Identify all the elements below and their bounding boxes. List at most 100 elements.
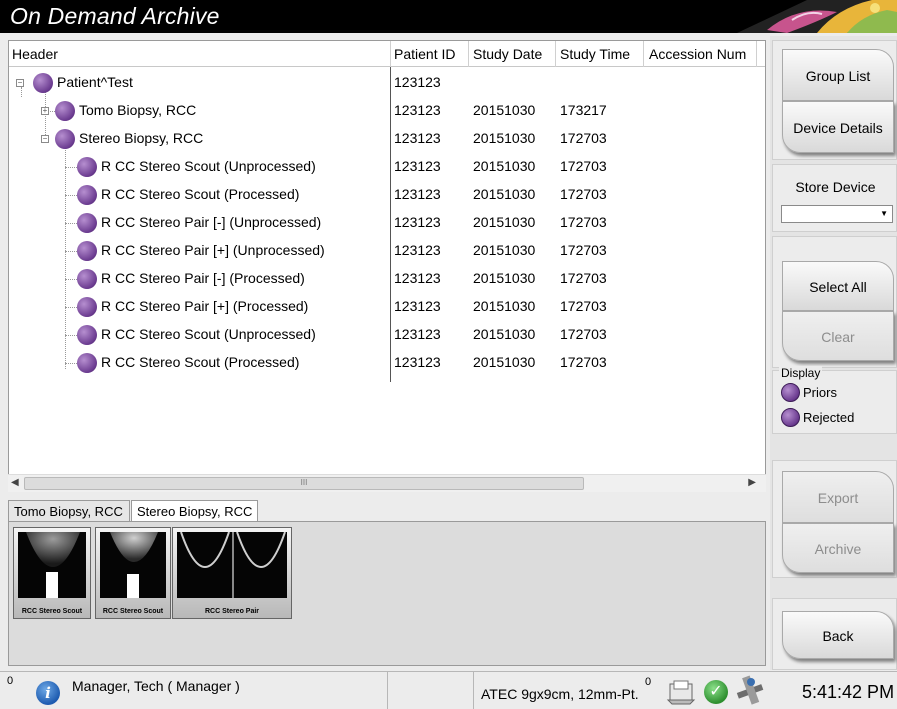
collapse-icon[interactable]: − (41, 135, 49, 143)
column-header-accession-num[interactable]: Accession Num (649, 46, 746, 62)
row-label: R CC Stereo Pair [-] (Unprocessed) (101, 214, 322, 230)
display-label: Display (779, 366, 823, 380)
series-icon (77, 241, 97, 261)
tree-line (65, 307, 77, 308)
tab-stereo-biopsy[interactable]: Stereo Biopsy, RCC (131, 500, 258, 523)
row-study-date: 20151030 (473, 326, 536, 342)
table-row[interactable]: R CC Stereo Scout (Unprocessed) 123123 2… (9, 153, 765, 181)
table-row[interactable]: R CC Stereo Scout (Unprocessed) 123123 2… (9, 321, 765, 349)
series-icon (77, 325, 97, 345)
thumbnail[interactable]: RCC Stereo Scout (13, 527, 91, 619)
table-row[interactable]: R CC Stereo Scout (Processed) 123123 201… (9, 349, 765, 377)
series-icon (77, 269, 97, 289)
row-patient-id: 123123 (394, 298, 441, 314)
queue-count: 0 (645, 676, 652, 688)
output-queue-icon[interactable] (664, 678, 700, 706)
row-study-date: 20151030 (473, 354, 536, 370)
row-study-date: 20151030 (473, 130, 536, 146)
column-header-study-time[interactable]: Study Time (560, 46, 630, 62)
table-row[interactable]: R CC Stereo Pair [+] (Unprocessed) 12312… (9, 237, 765, 265)
info-icon[interactable]: i (36, 681, 60, 705)
column-header-study-date[interactable]: Study Date (473, 46, 542, 62)
table-row[interactable]: + Tomo Biopsy, RCC 123123 20151030 17321… (9, 97, 765, 125)
row-study-date: 20151030 (473, 158, 536, 174)
table-row[interactable]: − Stereo Biopsy, RCC 123123 20151030 172… (9, 125, 765, 153)
row-study-date: 20151030 (473, 186, 536, 202)
row-label: R CC Stereo Pair [+] (Unprocessed) (101, 242, 325, 258)
column-divider[interactable] (390, 41, 391, 67)
study-icon (55, 129, 75, 149)
mammogram-image (100, 532, 166, 598)
column-divider[interactable] (643, 41, 644, 67)
system-ok-icon[interactable]: ✓ (704, 680, 728, 704)
tree-line (65, 195, 77, 196)
dropdown-arrow-icon[interactable]: ▼ (880, 209, 888, 218)
thumbnail[interactable]: RCC Stereo Pair (172, 527, 292, 619)
notification-count: 0 (7, 675, 14, 687)
clock: 5:41:42 PM (802, 682, 895, 702)
row-study-date: 20151030 (473, 102, 536, 118)
expand-icon[interactable]: + (41, 107, 49, 115)
scout-image-icon (100, 532, 166, 598)
scroll-left-icon[interactable]: ◀ (11, 477, 19, 488)
row-patient-id: 123123 (394, 186, 441, 202)
column-header-header[interactable]: Header (12, 46, 58, 62)
row-label: R CC Stereo Scout (Processed) (101, 186, 300, 202)
archive-button[interactable]: Archive (782, 523, 894, 573)
row-study-time: 172703 (560, 130, 607, 146)
tree-line (65, 251, 77, 252)
scrollbar-thumb[interactable]: III (24, 477, 584, 490)
row-label: R CC Stereo Pair [-] (Processed) (101, 270, 305, 286)
row-label: Patient^Test (57, 74, 133, 90)
column-divider[interactable] (468, 41, 469, 67)
table-row[interactable]: R CC Stereo Pair [-] (Unprocessed) 12312… (9, 209, 765, 237)
study-tree-table: Header Patient ID Study Date Study Time … (8, 40, 766, 492)
store-device-select[interactable]: ▼ (781, 205, 893, 223)
column-divider[interactable] (555, 41, 556, 67)
horizontal-scrollbar[interactable]: ◀ III ▶ (8, 474, 766, 492)
group-list-button[interactable]: Group List (782, 49, 894, 101)
row-patient-id: 123123 (394, 354, 441, 370)
mammogram-image (177, 532, 287, 598)
display-panel: Display Priors Rejected (772, 366, 897, 434)
status-user-section: 0 i Manager, Tech ( Manager ) (0, 672, 388, 709)
tab-tomo-biopsy[interactable]: Tomo Biopsy, RCC (8, 500, 130, 522)
table-row[interactable]: R CC Stereo Pair [-] (Processed) 123123 … (9, 265, 765, 293)
column-header-patient-id[interactable]: Patient ID (394, 46, 455, 62)
series-icon (77, 157, 97, 177)
row-study-time: 172703 (560, 242, 607, 258)
device-details-button[interactable]: Device Details (782, 101, 894, 153)
store-device-panel: Store Device ▼ (772, 164, 897, 232)
tree-line (65, 335, 77, 336)
row-patient-id: 123123 (394, 74, 441, 90)
paddle-info: ATEC 9gx9cm, 12mm-Pt. (481, 686, 639, 702)
select-all-button[interactable]: Select All (782, 261, 894, 311)
series-icon (77, 213, 97, 233)
tree-line (65, 167, 77, 168)
gantry-icon[interactable] (733, 674, 769, 706)
column-divider[interactable] (756, 41, 757, 67)
thumbnail[interactable]: RCC Stereo Scout (95, 527, 171, 619)
selection-panel: Select All Clear (772, 236, 897, 368)
collapse-icon[interactable]: − (16, 79, 24, 87)
row-patient-id: 123123 (394, 270, 441, 286)
row-study-time: 172703 (560, 354, 607, 370)
status-spacer (388, 672, 474, 709)
rejected-icon (781, 408, 800, 427)
table-row[interactable]: R CC Stereo Scout (Processed) 123123 201… (9, 181, 765, 209)
tree-line (65, 223, 77, 224)
flower-banner-icon (737, 0, 897, 33)
export-button[interactable]: Export (782, 471, 894, 523)
right-sidebar: Group List Device Details Store Device ▼… (770, 36, 897, 670)
thumbnail-label: RCC Stereo Pair (204, 608, 260, 615)
clear-button[interactable]: Clear (782, 311, 894, 361)
row-study-date: 20151030 (473, 298, 536, 314)
current-user: Manager, Tech ( Manager ) (72, 678, 240, 694)
table-row[interactable]: R CC Stereo Pair [+] (Processed) 123123 … (9, 293, 765, 321)
row-study-time: 172703 (560, 326, 607, 342)
back-button[interactable]: Back (782, 611, 894, 659)
scroll-right-icon[interactable]: ▶ (748, 477, 756, 488)
row-patient-id: 123123 (394, 242, 441, 258)
table-row[interactable]: − Patient^Test 123123 (9, 69, 765, 97)
row-study-date: 20151030 (473, 214, 536, 230)
